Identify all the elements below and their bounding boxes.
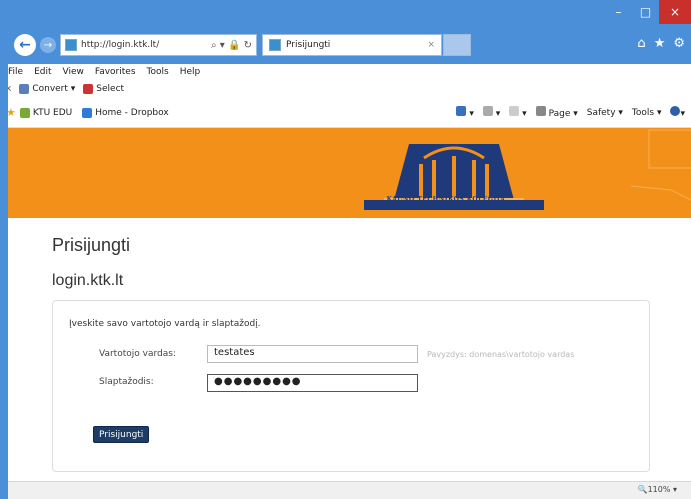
login-panel: Įveskite savo vartotojo vardą ir slaptaž… xyxy=(52,300,650,472)
menu-edit[interactable]: Edit xyxy=(34,67,51,77)
tab-close-icon[interactable]: × xyxy=(427,40,435,50)
header-decoration xyxy=(631,129,691,201)
feeds-dropdown[interactable]: ▾ xyxy=(482,106,501,119)
favorite-dropbox[interactable]: Home - Dropbox xyxy=(82,107,169,118)
tab-page-icon xyxy=(269,39,281,51)
favorites-star-icon[interactable]: ★ xyxy=(654,36,666,51)
select-label: Select xyxy=(96,84,125,94)
convert-button[interactable]: Convert ▾ xyxy=(19,84,75,94)
mail-dropdown[interactable]: ▾ xyxy=(509,106,527,119)
address-bar[interactable]: http://login.ktk.lt/ ⌕ ▾ 🔒 ↻ xyxy=(60,34,257,56)
print-icon xyxy=(535,106,546,116)
gear-icon[interactable]: ⚙ xyxy=(673,36,685,51)
home-dropdown[interactable]: ▾ xyxy=(456,106,474,119)
select-icon xyxy=(83,84,94,94)
ktu-icon xyxy=(19,107,30,118)
new-tab-button[interactable] xyxy=(443,34,471,56)
address-url[interactable]: http://login.ktk.lt/ xyxy=(81,40,209,50)
convert-label: Convert ▾ xyxy=(32,84,76,94)
home-small-icon xyxy=(456,106,467,116)
tab-title: Prisijungti xyxy=(286,40,331,50)
dropdown-arrow: ▾ xyxy=(522,109,527,119)
help-icon xyxy=(670,106,681,116)
dropdown-arrow: ▾ xyxy=(469,109,474,119)
page-subtitle: login.ktk.lt xyxy=(52,272,124,289)
page-icon xyxy=(65,39,77,51)
close-button[interactable]: × xyxy=(659,0,691,24)
maximize-button[interactable]: □ xyxy=(632,0,659,24)
page-title: Prisijungti xyxy=(52,235,131,255)
dropdown-arrow: ▾ xyxy=(495,109,501,119)
login-instructions: Įveskite savo vartotojo vardą ir slaptaž… xyxy=(69,319,261,329)
command-tools: ▾ ▾ ▾ Page ▾ Safety ▾ Tools ▾ ▾ xyxy=(456,106,685,119)
browser-titlebar: – □ × ← → http://login.ktk.lt/ ⌕ ▾ 🔒 ↻ P… xyxy=(0,0,691,64)
logo-caption: KAUNO TECHNIKOS KOLEGIJA xyxy=(386,196,506,203)
window-left-edge xyxy=(0,64,8,499)
select-button[interactable]: Select xyxy=(83,84,124,94)
menu-view[interactable]: View xyxy=(63,67,84,77)
favorites-bar: ★ KTU EDU Home - Dropbox ▾ ▾ ▾ Page ▾ Sa… xyxy=(0,98,691,128)
password-label: Slaptažodis: xyxy=(99,377,154,387)
login-button[interactable]: Prisijungti xyxy=(93,426,150,443)
browser-tab[interactable]: Prisijungti × xyxy=(262,34,442,56)
page-menu: Page ▾ xyxy=(548,109,578,119)
back-button[interactable]: ← xyxy=(14,34,36,56)
command-bar: x Convert ▾ Select xyxy=(0,80,691,98)
username-field[interactable]: testates xyxy=(207,345,418,363)
menu-file[interactable]: File xyxy=(8,67,23,77)
password-field[interactable]: ●●●●●●●●● xyxy=(207,374,418,392)
menu-bar: File Edit View Favorites Tools Help xyxy=(0,64,691,80)
favorite-label: Home - Dropbox xyxy=(95,107,169,118)
menu-tools[interactable]: Tools xyxy=(147,67,169,77)
help-dropdown[interactable]: ▾ xyxy=(670,106,685,119)
mail-icon xyxy=(509,106,520,116)
window-controls: – □ × xyxy=(605,0,691,24)
home-icon[interactable]: ⌂ xyxy=(637,36,645,51)
print-dropdown[interactable]: Page ▾ xyxy=(535,106,578,119)
safety-menu[interactable]: Safety ▾ xyxy=(587,108,623,118)
menu-help[interactable]: Help xyxy=(180,67,201,77)
menu-favorites[interactable]: Favorites xyxy=(95,67,136,77)
convert-icon xyxy=(19,84,30,94)
favorite-label: KTU EDU xyxy=(32,107,73,118)
toolbar-icons: ⌂ ★ ⚙ xyxy=(637,36,685,51)
feeds-icon xyxy=(482,106,493,116)
favorite-ktu-edu[interactable]: KTU EDU xyxy=(19,107,73,118)
tools-menu[interactable]: Tools ▾ xyxy=(632,108,662,118)
status-bar: 🔍110% ▾ xyxy=(8,481,691,499)
username-hint: Pavyzdys: domenas\vartotojo vardas xyxy=(427,350,575,359)
username-label: Vartotojo vardas: xyxy=(99,349,176,359)
forward-button[interactable]: → xyxy=(40,37,56,53)
dropdown-arrow: ▾ xyxy=(680,109,685,119)
site-header xyxy=(8,128,691,218)
address-controls[interactable]: ⌕ ▾ 🔒 ↻ xyxy=(211,40,252,51)
login-page: Prisijungti login.ktk.lt Įveskite savo v… xyxy=(8,218,691,481)
college-logo xyxy=(364,144,544,210)
dropbox-icon xyxy=(82,107,93,118)
zoom-control[interactable]: 🔍110% ▾ xyxy=(638,485,677,494)
minimize-button[interactable]: – xyxy=(605,0,632,24)
